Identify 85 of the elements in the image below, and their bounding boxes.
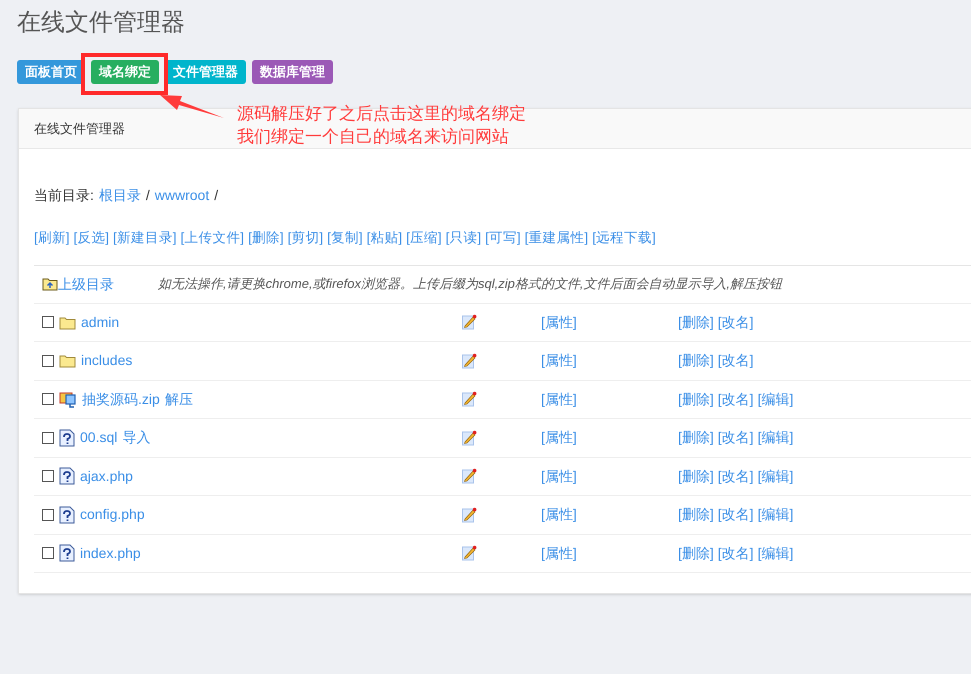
toolbar-link[interactable]: [只读] (446, 228, 482, 248)
path-label: 当前目录: (34, 186, 94, 206)
properties-link[interactable]: [属性] (541, 350, 678, 372)
file-op-link[interactable]: [编辑] (758, 504, 794, 526)
file-op-link[interactable]: [编辑] (758, 427, 794, 448)
file-name-link[interactable]: config.php (80, 504, 145, 526)
file-name-link[interactable]: includes (81, 350, 132, 372)
file-op-link[interactable]: [删除] (678, 427, 714, 448)
folder-up-icon (42, 277, 58, 291)
folder-icon (59, 353, 76, 368)
path-separator: / (214, 186, 218, 206)
file-op-link[interactable]: [编辑] (758, 388, 794, 410)
checkbox[interactable] (42, 393, 54, 406)
checkbox[interactable] (42, 508, 54, 521)
nav-button[interactable]: 域名绑定 (91, 60, 159, 84)
unknown-file-icon (59, 544, 75, 562)
properties-link[interactable]: [属性] (541, 312, 678, 333)
file-op-link[interactable]: [改名] (718, 466, 754, 487)
file-name-link[interactable]: index.php (80, 542, 141, 564)
checkbox[interactable] (42, 316, 54, 328)
path-link[interactable]: 根目录 (98, 185, 141, 206)
unknown-file-icon (59, 467, 75, 486)
properties-link[interactable]: [属性] (541, 466, 678, 487)
toolbar-link[interactable]: [压缩] (406, 228, 442, 248)
file-op-link[interactable]: [编辑] (758, 466, 794, 487)
properties-link[interactable]: [属性] (541, 542, 678, 564)
file-name-link[interactable]: admin (81, 312, 120, 333)
folder-icon (59, 314, 76, 330)
file-op-link[interactable]: [改名] (718, 350, 754, 372)
file-op-link[interactable]: [编辑] (758, 542, 794, 564)
properties-link[interactable]: [属性] (541, 504, 678, 526)
checkbox[interactable] (42, 432, 54, 444)
file-op-link[interactable]: [删除] (678, 542, 714, 564)
toolbar-link[interactable]: [粘贴] (366, 228, 402, 248)
unknown-file-icon (59, 506, 75, 524)
toolbar-link[interactable]: [新建目录] (113, 228, 177, 248)
panel-title: 在线文件管理器 (34, 120, 125, 138)
file-op-link[interactable]: [删除] (678, 504, 714, 526)
properties-link[interactable]: [属性] (541, 388, 678, 410)
toolbar-link[interactable]: [复制] (327, 228, 363, 248)
toolbar-link[interactable]: [上传文件] (180, 228, 244, 248)
toolbar-link[interactable]: [删除] (248, 228, 284, 248)
file-op-link[interactable]: [删除] (678, 350, 714, 372)
edit-pencil-icon[interactable] (462, 506, 477, 523)
parent-dir-link[interactable]: 上级目录 (58, 274, 158, 294)
file-op-link[interactable]: [删除] (678, 466, 714, 487)
edit-pencil-icon[interactable] (462, 430, 477, 446)
page-title: 在线文件管理器 (17, 8, 186, 38)
file-name-link[interactable]: 00.sql (80, 427, 118, 448)
file-action-link[interactable]: 解压 (164, 388, 193, 410)
annotation-text: 我们绑定一个自己的域名来访问网站 (237, 126, 510, 148)
edit-pencil-icon[interactable] (462, 391, 477, 408)
file-name-link[interactable]: 抽奖源码.zip (82, 388, 160, 410)
file-op-link[interactable]: [改名] (718, 427, 754, 448)
file-op-link[interactable]: [改名] (718, 504, 754, 526)
file-op-link[interactable]: [改名] (718, 312, 754, 333)
file-name-link[interactable]: ajax.php (80, 466, 133, 487)
toolbar-link[interactable]: [可写] (485, 228, 521, 248)
toolbar-link[interactable]: [重建属性] (524, 228, 588, 248)
checkbox[interactable] (42, 547, 54, 560)
edit-pencil-icon[interactable] (462, 545, 477, 562)
annotation-arrow (160, 92, 226, 120)
unknown-file-icon (59, 428, 75, 447)
path-separator: / (146, 186, 150, 206)
edit-pencil-icon[interactable] (462, 352, 477, 369)
toolbar-link[interactable]: [远程下载] (592, 228, 656, 248)
file-action-link[interactable]: 导入 (122, 427, 150, 448)
toolbar-link[interactable]: [刷新] (34, 228, 70, 248)
annotation-text: 源码解压好了之后点击这里的域名绑定 (237, 103, 526, 125)
file-op-link[interactable]: [删除] (678, 388, 714, 410)
file-op-link[interactable]: [删除] (678, 312, 714, 333)
path-link[interactable]: wwwroot (154, 185, 210, 206)
hint-text: 如无法操作,请更换chrome,或firefox浏览器。上传后缀为sql,zip格式的文件,文件后面会自动显示导入,解压按钮 (158, 275, 782, 294)
archive-icon (59, 390, 77, 408)
toolbar-link[interactable]: [反选] (74, 228, 110, 248)
file-op-link[interactable]: [改名] (718, 542, 754, 564)
properties-link[interactable]: [属性] (541, 427, 678, 448)
edit-pencil-icon[interactable] (462, 314, 477, 330)
edit-pencil-icon[interactable] (462, 468, 477, 484)
nav-button[interactable]: 文件管理器 (165, 60, 246, 84)
file-op-link[interactable]: [改名] (718, 388, 754, 410)
toolbar-link[interactable]: [剪切] (288, 228, 324, 248)
nav-button[interactable]: 数据库管理 (252, 60, 333, 84)
checkbox[interactable] (42, 470, 54, 482)
checkbox[interactable] (42, 354, 54, 367)
